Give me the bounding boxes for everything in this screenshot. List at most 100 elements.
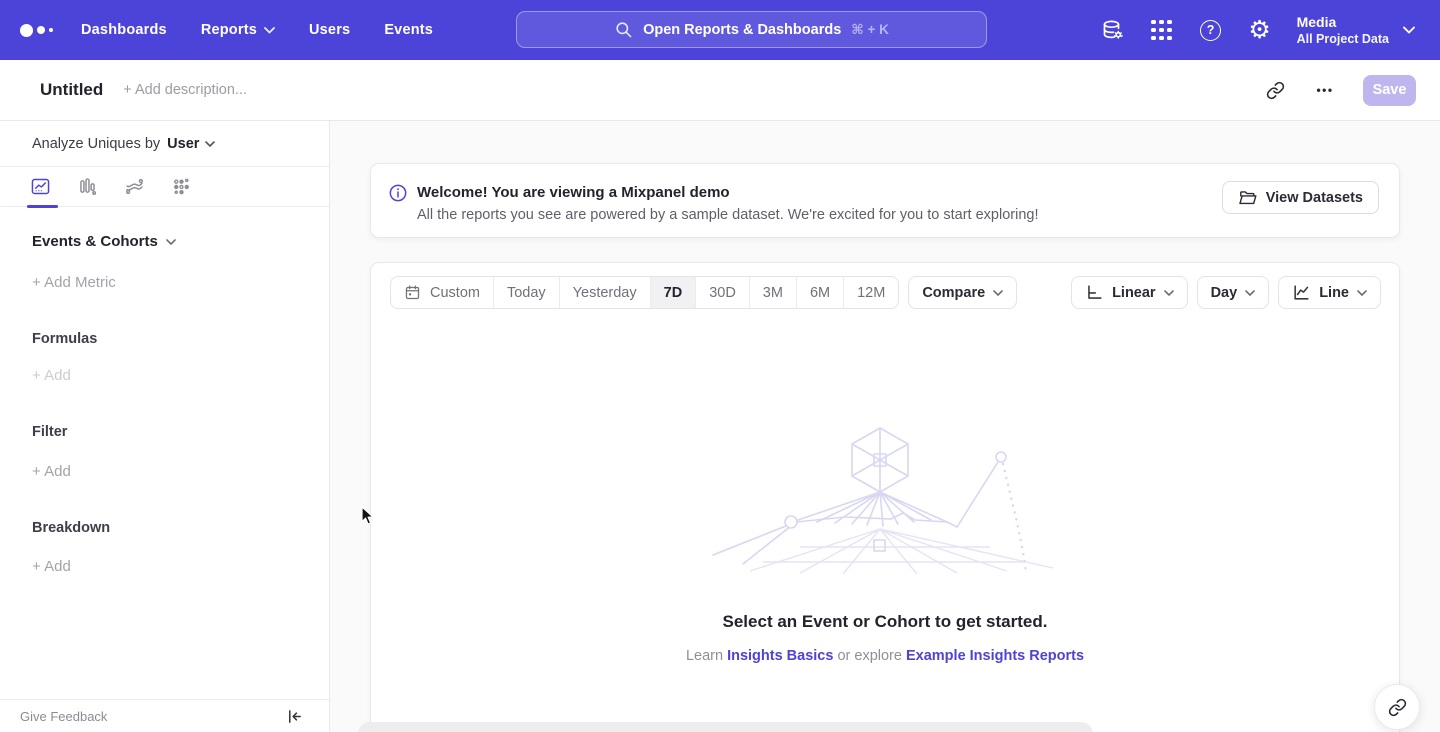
save-button[interactable]: Save bbox=[1363, 75, 1416, 106]
add-filter-button[interactable]: + Add bbox=[32, 463, 297, 480]
chevron-down-icon bbox=[1245, 290, 1255, 296]
example-insights-reports-link[interactable]: Example Insights Reports bbox=[906, 648, 1084, 664]
date-range-6m[interactable]: 6M bbox=[796, 277, 843, 308]
info-icon bbox=[388, 183, 408, 203]
report-header-actions: ••• Save bbox=[1263, 60, 1416, 120]
welcome-title: Welcome! You are viewing a Mixpanel demo bbox=[417, 184, 730, 201]
help-glyph: ? bbox=[1207, 23, 1215, 37]
events-cohorts-section-header[interactable]: Events & Cohorts bbox=[32, 233, 297, 250]
view-datasets-button[interactable]: View Datasets bbox=[1222, 181, 1379, 214]
interval-dropdown[interactable]: Day bbox=[1197, 276, 1270, 309]
settings-gear-icon[interactable]: ⚙ bbox=[1248, 18, 1272, 42]
report-header-bar: Untitled + Add description... ••• Save bbox=[0, 60, 1440, 121]
date-range-segmented-control: Custom Today Yesterday 7D 30D 3M 6M 12M bbox=[390, 276, 899, 309]
scale-label: Linear bbox=[1112, 285, 1156, 301]
search-icon bbox=[614, 20, 633, 39]
selected-tab-indicator bbox=[27, 205, 58, 209]
more-options-icon[interactable]: ••• bbox=[1313, 78, 1337, 102]
bottom-dock-panel bbox=[358, 722, 1093, 732]
date-range-3m[interactable]: 3M bbox=[749, 277, 796, 308]
query-builder-sidebar: Analyze Uniques by User bbox=[0, 121, 330, 732]
view-datasets-label: View Datasets bbox=[1266, 190, 1363, 206]
linear-axis-icon bbox=[1085, 283, 1104, 302]
welcome-subtitle: All the reports you see are powered by a… bbox=[417, 207, 1039, 223]
data-management-icon[interactable] bbox=[1101, 18, 1125, 42]
chevron-down-icon bbox=[1357, 290, 1367, 296]
date-range-7d-selected[interactable]: 7D bbox=[650, 277, 696, 308]
insights-basics-link[interactable]: Insights Basics bbox=[727, 648, 833, 664]
chevron-down-icon bbox=[205, 141, 215, 147]
nav-item-reports-label: Reports bbox=[201, 22, 257, 38]
chart-toolbar: Custom Today Yesterday 7D 30D 3M 6M 12M … bbox=[371, 263, 1399, 309]
empty-state-title: Select an Event or Cohort to get started… bbox=[371, 612, 1399, 632]
events-cohorts-label: Events & Cohorts bbox=[32, 233, 158, 250]
analyze-prefix-label: Analyze Uniques by bbox=[32, 136, 160, 152]
share-link-floating-button[interactable] bbox=[1374, 684, 1420, 730]
tab-line-chart-icon[interactable] bbox=[30, 176, 51, 197]
global-search-input[interactable]: Open Reports & Dashboards ⌘ + K bbox=[516, 11, 987, 48]
chart-type-label: Line bbox=[1319, 285, 1349, 301]
filter-section-header: Filter bbox=[32, 424, 297, 440]
chevron-down-icon bbox=[264, 27, 275, 34]
date-range-12m[interactable]: 12M bbox=[843, 277, 898, 308]
give-feedback-link[interactable]: Give Feedback bbox=[20, 709, 107, 724]
add-description-field[interactable]: + Add description... bbox=[123, 82, 247, 98]
nav-item-dashboards[interactable]: Dashboards bbox=[81, 22, 167, 38]
line-chart-icon bbox=[1292, 283, 1311, 302]
date-range-custom[interactable]: Custom bbox=[391, 277, 493, 308]
or-explore-text: or explore bbox=[833, 648, 906, 664]
main-content: Welcome! You are viewing a Mixpanel demo… bbox=[330, 121, 1440, 732]
empty-state-illustration bbox=[695, 423, 1075, 575]
nav-item-events[interactable]: Events bbox=[384, 22, 433, 38]
visualization-tabs bbox=[0, 166, 329, 207]
date-range-yesterday[interactable]: Yesterday bbox=[559, 277, 650, 308]
analyze-by-dropdown[interactable]: User bbox=[167, 136, 215, 152]
compare-label: Compare bbox=[922, 285, 985, 301]
analyze-by-value: User bbox=[167, 136, 199, 152]
calendar-icon bbox=[404, 284, 421, 301]
chevron-down-icon bbox=[1164, 290, 1174, 296]
collapse-sidebar-icon[interactable] bbox=[286, 708, 303, 725]
analyze-uniques-row: Analyze Uniques by User bbox=[0, 121, 329, 166]
chevron-down-icon bbox=[166, 239, 176, 245]
chart-display-controls: Linear Day Line bbox=[1071, 276, 1381, 309]
chevron-down-icon bbox=[993, 290, 1003, 296]
empty-state-links: Learn Insights Basics or explore Example… bbox=[371, 648, 1399, 664]
primary-nav: Dashboards Reports Users Events bbox=[81, 22, 433, 38]
project-scope: All Project Data bbox=[1297, 32, 1389, 46]
interval-label: Day bbox=[1211, 285, 1238, 301]
help-icon[interactable]: ? bbox=[1199, 18, 1223, 42]
search-placeholder: Open Reports & Dashboards bbox=[643, 22, 841, 38]
folder-icon bbox=[1238, 188, 1257, 207]
nav-item-users[interactable]: Users bbox=[309, 22, 350, 38]
tab-flow-icon[interactable] bbox=[124, 176, 145, 197]
top-navigation-bar: Dashboards Reports Users Events Open Rep… bbox=[0, 0, 1440, 60]
nav-item-reports[interactable]: Reports bbox=[201, 22, 275, 38]
mixpanel-logo[interactable] bbox=[20, 24, 54, 37]
copy-link-icon[interactable] bbox=[1263, 78, 1287, 102]
sidebar-footer: Give Feedback bbox=[0, 699, 329, 732]
add-breakdown-button[interactable]: + Add bbox=[32, 558, 297, 575]
search-shortcut-hint: ⌘ + K bbox=[851, 22, 889, 38]
formulas-section-header: Formulas bbox=[32, 331, 297, 347]
project-switcher[interactable]: Media All Project Data bbox=[1297, 14, 1415, 46]
add-formula-button[interactable]: + Add bbox=[32, 367, 297, 384]
date-range-custom-label: Custom bbox=[430, 285, 480, 301]
date-range-30d[interactable]: 30D bbox=[695, 277, 749, 308]
chart-type-dropdown[interactable]: Line bbox=[1278, 276, 1381, 309]
date-range-today[interactable]: Today bbox=[493, 277, 559, 308]
project-name: Media bbox=[1297, 14, 1389, 30]
chevron-down-icon bbox=[1403, 26, 1415, 34]
apps-grid-icon[interactable] bbox=[1150, 18, 1174, 42]
report-canvas-card: Custom Today Yesterday 7D 30D 3M 6M 12M … bbox=[370, 262, 1400, 732]
add-metric-button[interactable]: + Add Metric bbox=[32, 274, 297, 291]
scale-dropdown[interactable]: Linear bbox=[1071, 276, 1188, 309]
report-title[interactable]: Untitled bbox=[40, 80, 103, 100]
breakdown-section-header: Breakdown bbox=[32, 520, 297, 536]
learn-prefix: Learn bbox=[686, 648, 727, 664]
compare-dropdown[interactable]: Compare bbox=[908, 276, 1017, 309]
tab-bar-chart-icon[interactable] bbox=[77, 176, 98, 197]
tab-metrics-grid-icon[interactable] bbox=[171, 176, 192, 197]
top-nav-right-cluster: ? ⚙ Media All Project Data bbox=[1101, 0, 1440, 60]
welcome-banner: Welcome! You are viewing a Mixpanel demo… bbox=[370, 163, 1400, 238]
